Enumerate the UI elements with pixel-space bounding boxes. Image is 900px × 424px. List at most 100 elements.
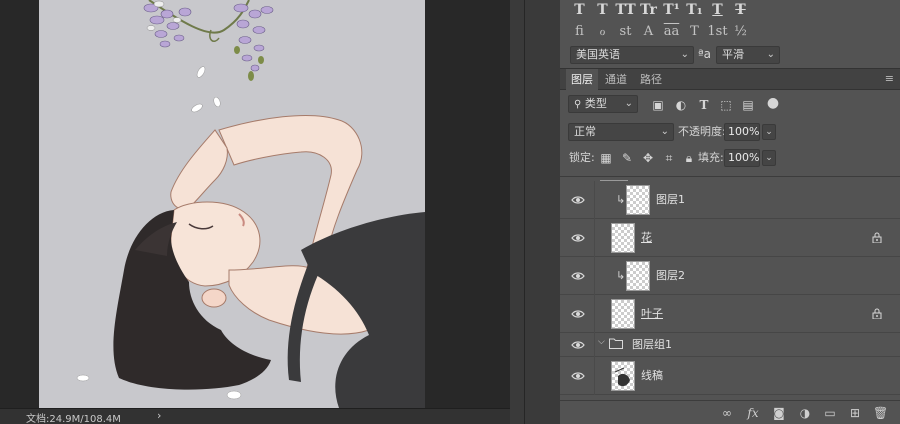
layer-thumbnail[interactable] [611, 361, 635, 391]
layer-thumbnail[interactable] [626, 185, 650, 215]
underline-button[interactable]: T [706, 0, 729, 20]
status-menu-arrow[interactable]: › [157, 409, 161, 422]
titling-alternate-button[interactable]: aa [660, 22, 683, 42]
blend-mode-dropdown[interactable]: 正常 ⌄ [568, 123, 674, 141]
tab-layers[interactable]: 图层 [566, 69, 598, 90]
filter-toggle-icon[interactable]: ● [765, 95, 781, 111]
opacity-slider-toggle[interactable]: ⌄ [762, 124, 776, 140]
filter-kind-dropdown[interactable]: ⚲ 类型 ⌄ [568, 95, 638, 113]
layer-filter-row: ⚲ 类型 ⌄ ▣ ◐ T ⬚ ▤ ● [560, 92, 900, 118]
fraction-button[interactable]: ½ [729, 22, 752, 42]
opacity-label: 不透明度: [678, 125, 726, 138]
eye-icon[interactable] [571, 269, 585, 283]
layer-thumbnail[interactable] [611, 223, 635, 253]
new-layer-icon[interactable]: ⊞ [848, 406, 862, 420]
all-caps-button[interactable]: TT [614, 0, 637, 20]
document-workspace: 文档:24.9M/108.4M › [0, 0, 510, 424]
layer-name[interactable]: 图层2 [656, 268, 685, 284]
new-group-icon[interactable]: ▭ [823, 406, 837, 420]
layer-thumbnail[interactable] [611, 299, 635, 329]
layers-bottom-toolbar: ∞ fx ◙ ◑ ▭ ⊞ 🗑︎ [560, 400, 900, 424]
layer-group-name[interactable]: 图层组1 [632, 337, 672, 353]
lock-row: 锁定: ▦ ✎ ✥ ⌗ 🔒︎ 填充: 100% ⌄ [560, 146, 900, 170]
pixel-layer-filter-icon[interactable]: ▣ [650, 97, 666, 113]
tab-paths[interactable]: 路径 [635, 69, 667, 90]
panel-menu-icon[interactable]: ≡ [885, 73, 894, 85]
eye-icon[interactable] [571, 307, 585, 321]
lock-pixels-icon[interactable]: ✎ [619, 150, 635, 166]
document-canvas[interactable] [39, 0, 425, 408]
link-layers-icon[interactable]: ∞ [720, 406, 734, 420]
subscript-button[interactable]: T₁ [683, 0, 706, 20]
language-dropdown[interactable]: 美国英语 ⌄ [570, 46, 694, 64]
layer-row[interactable]: 线稿 [560, 357, 900, 395]
fill-field[interactable]: 100% [724, 149, 760, 167]
lock-icon [872, 308, 882, 319]
swash-button[interactable]: ℴ [591, 22, 614, 42]
tab-channels[interactable]: 通道 [600, 69, 632, 90]
adjustment-layer-icon[interactable]: ◑ [798, 406, 812, 420]
lock-position-icon[interactable]: ✥ [640, 150, 656, 166]
antialias-icon: ªa [698, 47, 712, 61]
panel-gutter [510, 0, 560, 424]
lock-icon [872, 232, 882, 243]
clipping-mask-icon: ↳ [616, 269, 626, 282]
ornament-button[interactable]: T [683, 22, 706, 42]
illustration [76, 0, 425, 408]
visibility-divider [594, 357, 595, 395]
right-panels: T T TT Tr T¹ T₁ T T ﬁ ℴ st A aa T 1st ½ … [560, 0, 900, 424]
language-value: 美国英语 [576, 48, 620, 61]
chevron-down-icon: ⌄ [624, 98, 633, 109]
layer-row[interactable]: 叶子 [560, 295, 900, 333]
eye-icon[interactable] [571, 231, 585, 245]
lock-all-icon[interactable]: 🔒︎ [681, 150, 697, 166]
layer-name[interactable]: 线稿 [641, 368, 663, 384]
antialias-value: 平滑 [722, 48, 744, 61]
search-icon: ⚲ [574, 99, 582, 110]
smart-object-filter-icon[interactable]: ▤ [740, 97, 756, 113]
superscript-button[interactable]: T¹ [660, 0, 683, 20]
visibility-divider [594, 333, 595, 357]
layer-name[interactable]: 花 [641, 230, 652, 246]
layer-row[interactable]: ↳ 图层1 [560, 181, 900, 219]
layer-row[interactable]: 花 [560, 219, 900, 257]
chevron-down-icon: ⌄ [660, 126, 669, 137]
layer-group-row[interactable]: ⌵ 图层组1 [560, 333, 900, 357]
type-layer-filter-icon[interactable]: T [696, 97, 712, 113]
layer-row[interactable]: ↳ 图层2 [560, 257, 900, 295]
chevron-down-icon[interactable]: ⌵ [598, 337, 605, 347]
faux-italic-button[interactable]: T [591, 0, 614, 20]
shape-layer-filter-icon[interactable]: ⬚ [718, 97, 734, 113]
folder-icon [609, 338, 623, 349]
character-panel: T T TT Tr T¹ T₁ T T ﬁ ℴ st A aa T 1st ½ … [560, 0, 900, 66]
faux-bold-button[interactable]: T [568, 0, 591, 20]
trash-icon[interactable]: 🗑︎ [873, 406, 888, 420]
fx-icon[interactable]: fx [746, 406, 760, 420]
add-mask-icon[interactable]: ◙ [772, 406, 786, 420]
lock-transparency-icon[interactable]: ▦ [598, 150, 614, 166]
ligature-button[interactable]: ﬁ [568, 22, 591, 42]
eye-icon[interactable] [571, 338, 585, 352]
line-art-thumbnail [614, 367, 630, 387]
strikethrough-button[interactable]: T [729, 0, 752, 20]
filter-kind-label: 类型 [584, 97, 607, 110]
lock-artboard-icon[interactable]: ⌗ [661, 150, 677, 166]
fill-label: 填充: [698, 151, 724, 164]
clipping-mask-icon: ↳ [616, 193, 626, 206]
layer-name[interactable]: 叶子 [641, 306, 663, 322]
layers-list: ↳ 图层1 花 ↳ 图层2 叶子 ⌵ 图层组1 线稿 [560, 176, 900, 400]
ordinal-button[interactable]: 1st [706, 22, 729, 42]
document-size-readout: 文档:24.9M/108.4M [26, 414, 121, 424]
eye-icon[interactable] [571, 369, 585, 383]
eye-icon[interactable] [571, 193, 585, 207]
adjustment-layer-filter-icon[interactable]: ◐ [673, 97, 689, 113]
stylistic-alternate-button[interactable]: A [637, 22, 660, 42]
visibility-divider [594, 181, 595, 219]
layer-name[interactable]: 图层1 [656, 192, 685, 208]
antialias-dropdown[interactable]: 平滑 ⌄ [716, 46, 780, 64]
fill-slider-toggle[interactable]: ⌄ [762, 150, 776, 166]
opacity-field[interactable]: 100% [724, 123, 760, 141]
layer-thumbnail[interactable] [626, 261, 650, 291]
small-caps-button[interactable]: Tr [637, 0, 660, 20]
discretionary-ligature-button[interactable]: st [614, 22, 637, 42]
